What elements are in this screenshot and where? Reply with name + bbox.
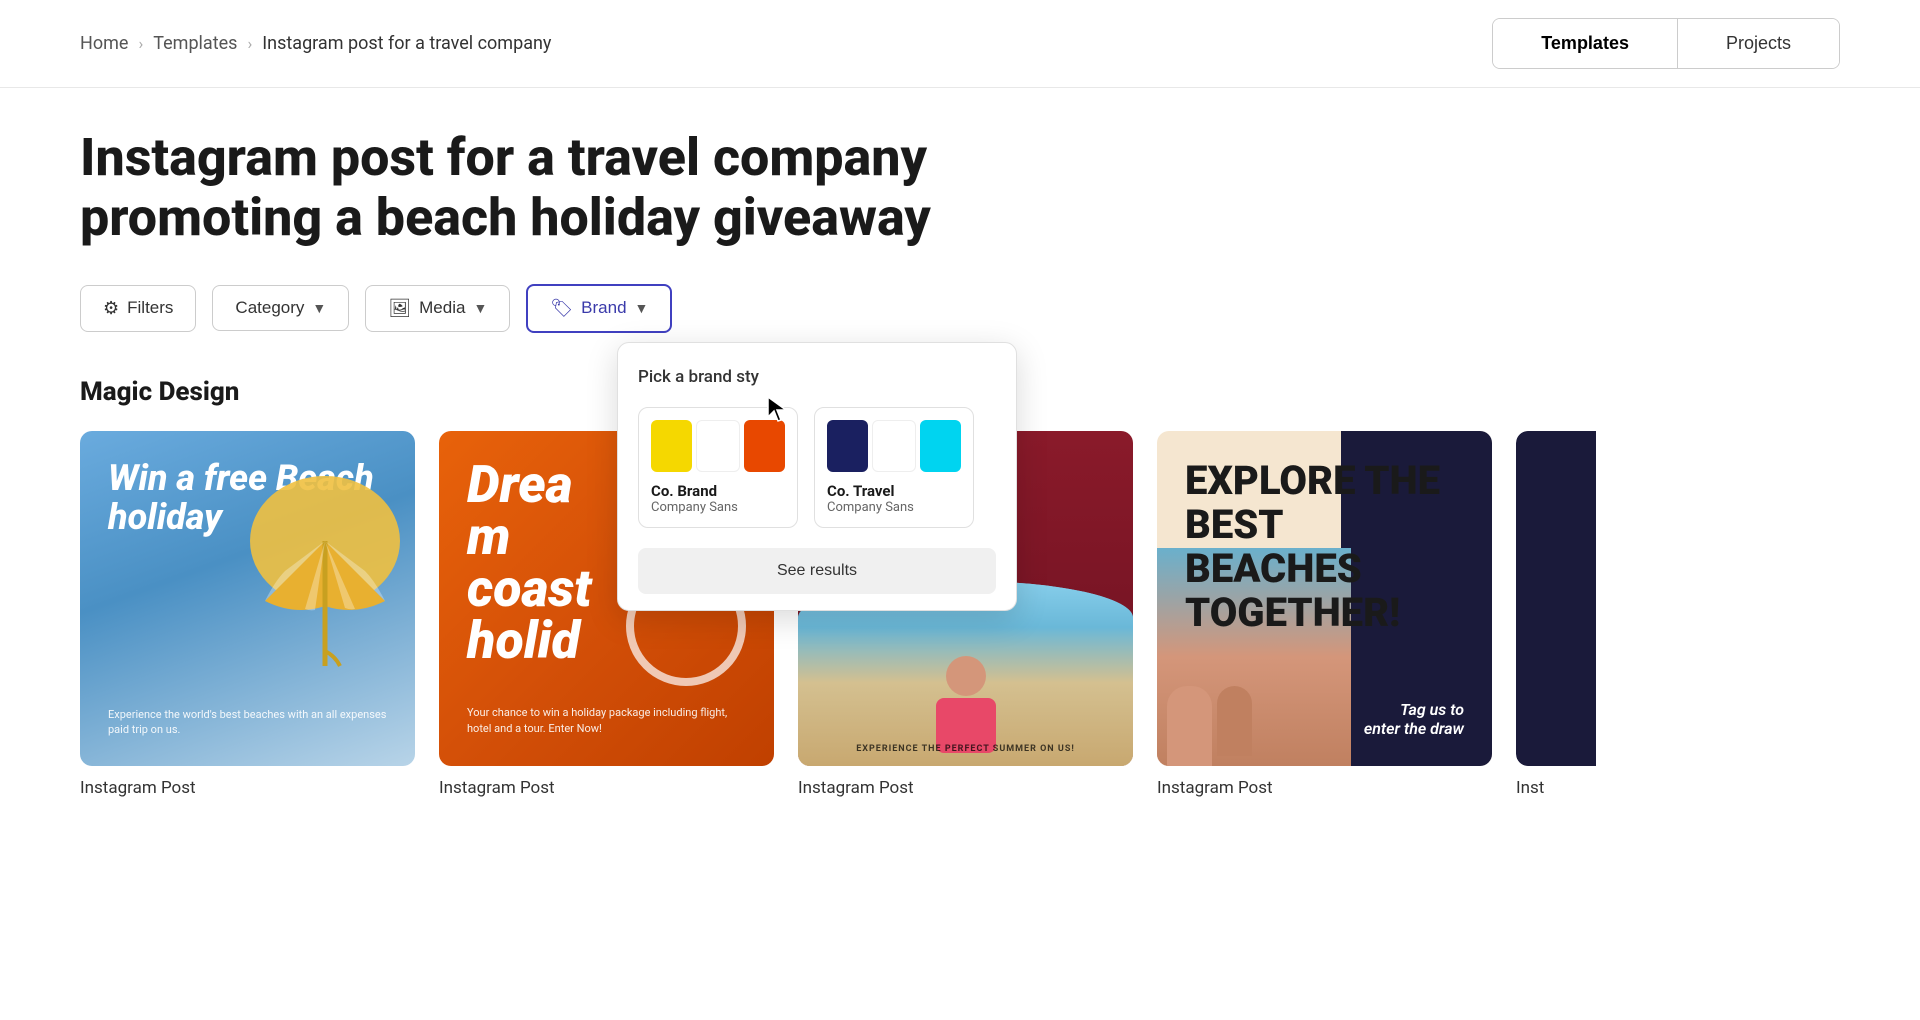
card4-tag: Tag us toenter the draw [1364, 700, 1464, 738]
brand-font-1: Company Sans [651, 500, 785, 515]
swatch-orange [744, 420, 785, 472]
brand-options: Co. Brand Company Sans Co. Travel Compan… [638, 407, 996, 528]
card-label-4: Instagram Post [1157, 778, 1492, 798]
card-image-1: Win a free Beach holiday Experience the … [80, 431, 415, 766]
brand-dropdown: Pick a brand sty Co. Brand Company Sans [617, 342, 1017, 611]
brand-chevron: ▼ [635, 300, 649, 316]
card-1[interactable]: Win a free Beach holiday Experience the … [80, 431, 415, 798]
brand-font-2: Company Sans [827, 500, 961, 515]
category-button[interactable]: Category ▼ [212, 285, 349, 331]
category-label: Category [235, 298, 304, 318]
swatch-yellow [651, 420, 692, 472]
media-label: Media [419, 298, 465, 318]
brand-card-1[interactable]: Co. Brand Company Sans [638, 407, 798, 528]
card2-subtitle: Your chance to win a holiday package inc… [467, 705, 746, 738]
media-icon: 🖼 [388, 298, 411, 319]
breadcrumb-home[interactable]: Home [80, 33, 128, 54]
card-5[interactable]: Inst [1516, 431, 1596, 798]
main-content: Instagram post for a travel company prom… [0, 88, 1920, 838]
card-label-1: Instagram Post [80, 778, 415, 798]
card-label-5: Inst [1516, 778, 1596, 798]
brand-card-2[interactable]: Co. Travel Company Sans [814, 407, 974, 528]
brand-swatches-1 [651, 420, 785, 472]
breadcrumb-templates[interactable]: Templates [153, 33, 237, 54]
brand-name-2: Co. Travel [827, 482, 961, 500]
filters-button[interactable]: ⚙ Filters [80, 285, 196, 332]
brand-icon: 🏷 [550, 298, 573, 319]
breadcrumb-sep1: › [138, 34, 143, 53]
dropdown-title: Pick a brand sty [638, 367, 996, 387]
brand-swatches-2 [827, 420, 961, 472]
templates-nav-button[interactable]: Templates [1493, 19, 1678, 68]
card-label-2: Instagram Post [439, 778, 774, 798]
breadcrumb: Home › Templates › Instagram post for a … [80, 33, 551, 54]
brand-button[interactable]: 🏷 Brand ▼ [526, 284, 672, 333]
swatch-navy [827, 420, 868, 472]
filter-icon: ⚙ [103, 298, 119, 319]
breadcrumb-current: Instagram post for a travel company [262, 33, 551, 54]
nav-button-group: Templates Projects [1492, 18, 1840, 69]
projects-nav-button[interactable]: Projects [1678, 19, 1839, 68]
card4-title: EXPLORE THE BEST BEACHES TOGETHER! [1185, 459, 1464, 635]
page-title: Instagram post for a travel company prom… [80, 128, 1030, 248]
brand-name-1: Co. Brand [651, 482, 785, 500]
category-chevron: ▼ [312, 300, 326, 316]
umbrella-illustration [245, 471, 405, 671]
swatch-cyan [920, 420, 961, 472]
card3-bottom-text: EXPERIENCE THE PERFECT SUMMER ON US! [798, 744, 1133, 754]
media-button[interactable]: 🖼 Media ▼ [365, 285, 510, 332]
card-image-4: EXPLORE THE BEST BEACHES TOGETHER! Tag u… [1157, 431, 1492, 766]
filter-bar: ⚙ Filters Category ▼ 🖼 Media ▼ 🏷 Brand ▼… [80, 284, 1840, 333]
see-results-button[interactable]: See results [638, 548, 996, 594]
filters-label: Filters [127, 298, 173, 318]
card-label-3: Instagram Post [798, 778, 1133, 798]
breadcrumb-sep2: › [247, 34, 252, 53]
brand-label: Brand [581, 298, 626, 318]
media-chevron: ▼ [473, 300, 487, 316]
card-image-5 [1516, 431, 1596, 766]
swatch-white [696, 420, 739, 472]
card1-subtitle: Experience the world's best beaches with… [108, 707, 387, 738]
card-4[interactable]: EXPLORE THE BEST BEACHES TOGETHER! Tag u… [1157, 431, 1492, 798]
swatch-white2 [872, 420, 915, 472]
top-nav: Home › Templates › Instagram post for a … [0, 0, 1920, 88]
